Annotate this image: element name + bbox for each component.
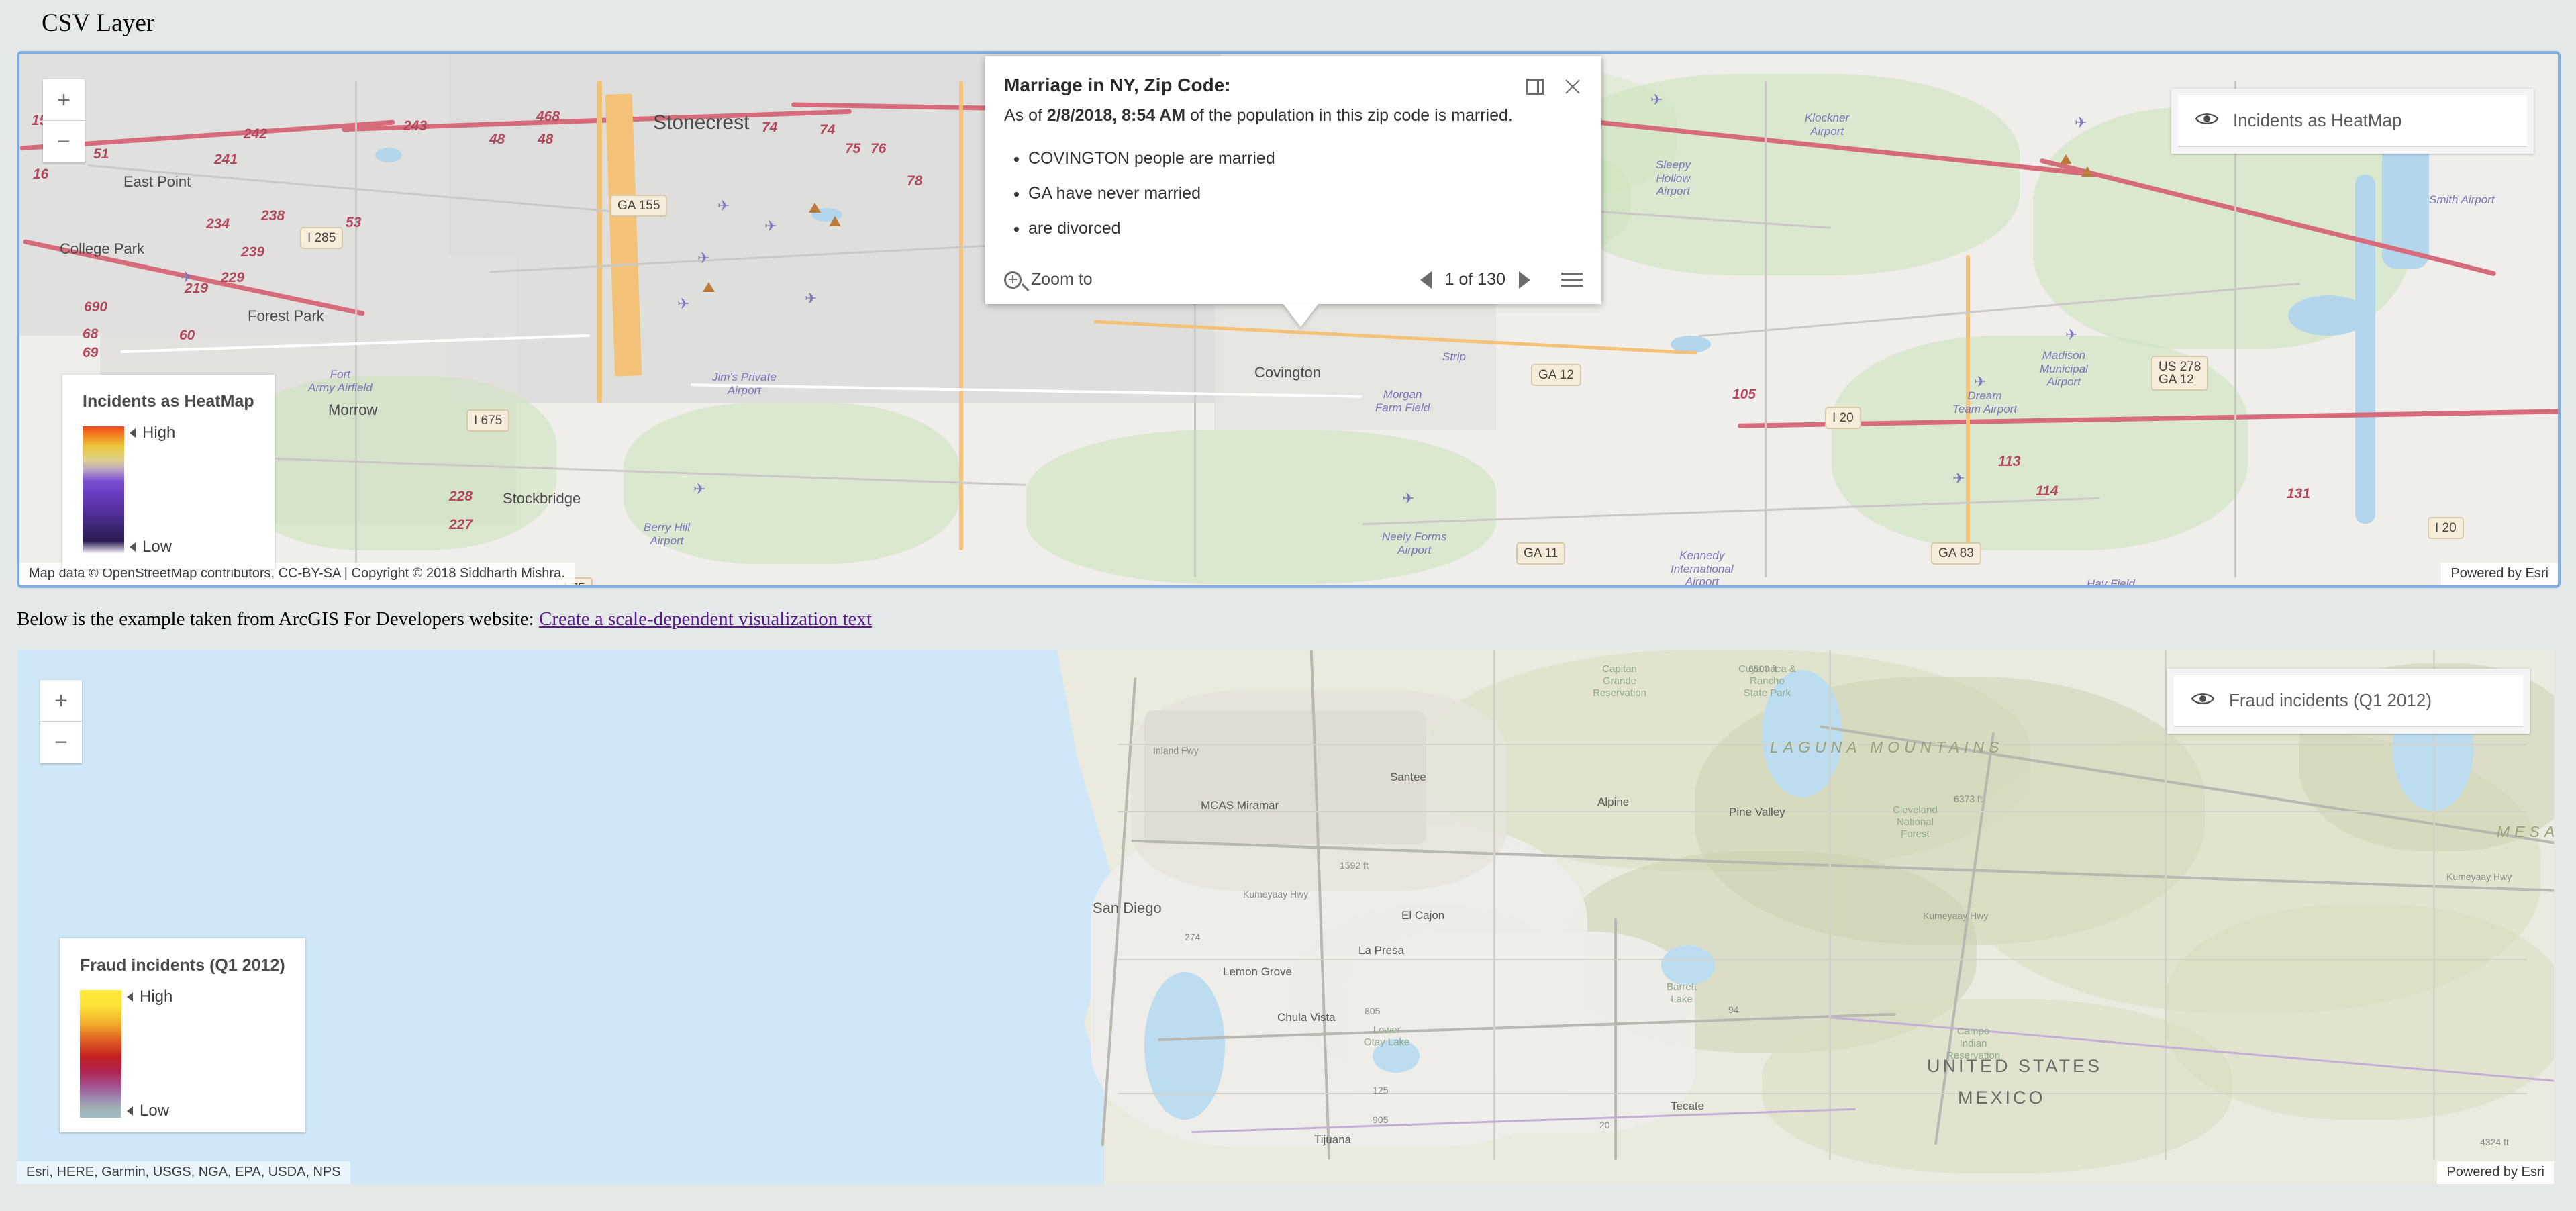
page-title: CSV Layer [42, 9, 155, 37]
map2-zoom-in-button[interactable]: + [40, 680, 82, 722]
map1-layer-list-item-label: Incidents as HeatMap [2233, 110, 2402, 130]
popup-sentence: As of 2/8/2018, 8:54 AM of the populatio… [1004, 103, 1583, 129]
list-item: are divorced [1028, 216, 1583, 240]
map1-legend: Incidents as HeatMap High Low [62, 375, 275, 569]
dock-icon[interactable] [1524, 75, 1546, 98]
list-item: GA have never married [1028, 181, 1583, 205]
map2-legend: Fraud incidents (Q1 2012) High Low [60, 938, 305, 1132]
popup-sentence-prefix: As of [1004, 106, 1047, 125]
zoom-to-label: Zoom to [1031, 270, 1093, 289]
popup-pager-count: 1 of 130 [1444, 270, 1505, 289]
map-view-scale-dependent[interactable]: San Diego Santee El Cajon Lemon Grove La… [17, 650, 2554, 1184]
map2-zoom-out-button[interactable]: − [40, 722, 82, 763]
map1-legend-high-label: High [130, 424, 175, 442]
list-item: COVINGTON people are married [1028, 146, 1583, 171]
map2-layer-list[interactable]: Fraud incidents (Q1 2012) [2167, 669, 2530, 734]
mid-description: Below is the example taken from ArcGIS F… [17, 608, 872, 630]
eye-icon[interactable] [2195, 111, 2219, 130]
map2-legend-high-label: High [127, 987, 172, 1006]
map2-attribution-left: Esri, HERE, Garmin, USGS, NGA, EPA, USDA… [17, 1161, 350, 1184]
map1-zoom-out-button[interactable]: − [43, 121, 85, 162]
magnifier-plus-icon [1004, 271, 1022, 289]
chevron-left-icon[interactable] [1420, 271, 1432, 289]
map2-attribution-right: Powered by Esri [2437, 1161, 2554, 1184]
map1-zoom-control[interactable]: + − [43, 79, 85, 162]
chevron-right-icon[interactable] [1519, 271, 1530, 289]
popup-title: Marriage in NY, Zip Code: [1004, 75, 1231, 95]
popup-sentence-date: 2/8/2018, 8:54 AM [1046, 106, 1186, 125]
map2-layer-list-item-label: Fraud incidents (Q1 2012) [2229, 690, 2432, 710]
map2-legend-low-label: Low [127, 1102, 169, 1120]
zoom-to-button[interactable]: Zoom to [1004, 270, 1093, 289]
eye-icon[interactable] [2191, 691, 2215, 710]
popup-bullet-list: COVINGTON people are married GA have nev… [1004, 146, 1583, 241]
map2-layer-list-item[interactable]: Fraud incidents (Q1 2012) [2174, 675, 2523, 727]
map1-zoom-in-button[interactable]: + [43, 79, 85, 121]
popup-body: As of 2/8/2018, 8:54 AM of the populatio… [985, 98, 1601, 240]
popup-header: Marriage in NY, Zip Code: [985, 56, 1601, 98]
mid-description-text: Below is the example taken from ArcGIS F… [17, 608, 539, 630]
map1-legend-title: Incidents as HeatMap [83, 392, 254, 411]
popup-pager[interactable]: 1 of 130 [1420, 270, 1583, 289]
map2-zoom-control[interactable]: + − [40, 680, 82, 763]
feature-popup[interactable]: Marriage in NY, Zip Code: As of 2/8/2018… [985, 56, 1601, 328]
popup-pointer [1283, 304, 1318, 328]
map1-layer-list[interactable]: Incidents as HeatMap [2171, 89, 2534, 154]
popup-sentence-suffix: of the population in this zip code is ma… [1185, 106, 1513, 125]
hamburger-menu-icon[interactable] [1561, 273, 1583, 287]
map1-layer-list-item[interactable]: Incidents as HeatMap [2178, 95, 2527, 147]
map2-legend-title: Fraud incidents (Q1 2012) [80, 956, 285, 975]
map1-legend-low-label: Low [130, 538, 172, 556]
close-icon[interactable] [1561, 75, 1584, 98]
map1-color-ramp [83, 426, 124, 554]
popup-actions[interactable] [1524, 74, 1584, 98]
popup-footer: Zoom to 1 of 130 [985, 252, 1601, 304]
scale-dependent-visualization-link[interactable]: Create a scale-dependent visualization t… [539, 608, 872, 630]
map1-attribution-right: Powered by Esri [2441, 563, 2558, 585]
map2-color-ramp [80, 990, 121, 1118]
